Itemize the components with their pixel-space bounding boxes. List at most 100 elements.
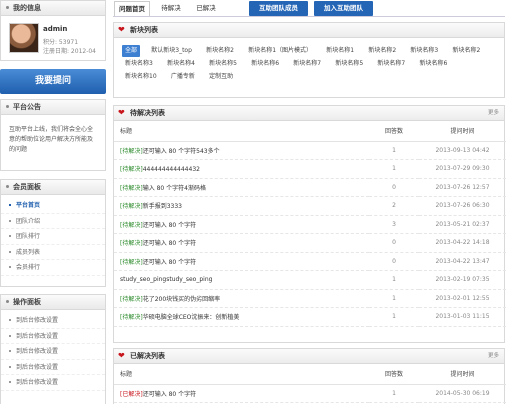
solved-more-link[interactable]: 更多 bbox=[488, 349, 499, 363]
bullet-icon bbox=[6, 6, 9, 9]
ops-panel-title: 操作面板 bbox=[13, 298, 41, 306]
category-item[interactable]: 新块名称1 bbox=[323, 45, 357, 57]
answer-count: 1 bbox=[369, 384, 419, 403]
category-item[interactable]: 新块名称5 bbox=[332, 58, 366, 70]
ask-time: 2014-05-30 06:19 bbox=[419, 384, 506, 403]
question-link[interactable]: 新手报到3333 bbox=[143, 203, 182, 210]
answer-count: 0 bbox=[369, 178, 419, 197]
notice-header: 平台公告 bbox=[1, 100, 105, 115]
tab-home[interactable]: 问题首页 bbox=[114, 1, 150, 16]
question-link[interactable]: 输入 80 个字符4渐码格 bbox=[143, 185, 206, 192]
question-link[interactable]: study_seo_pingstudy_seo_ping bbox=[120, 276, 212, 283]
ask-time: 2013-01-03 11:15 bbox=[419, 307, 506, 327]
category-item[interactable]: 新块名称10 bbox=[122, 71, 160, 83]
category-item[interactable]: 新块名称6 bbox=[416, 58, 450, 70]
question-link[interactable]: 还可输入 80 个字符 bbox=[143, 259, 196, 266]
status-badge: [待解决] bbox=[120, 314, 143, 322]
ask-time: 2013-04-22 13:47 bbox=[419, 252, 506, 271]
category-item[interactable]: 定制互助 bbox=[206, 71, 236, 83]
tab-solved[interactable]: 已解决 bbox=[191, 1, 221, 16]
tab-pending[interactable]: 待解决 bbox=[156, 1, 186, 16]
heart-icon: ❤ bbox=[118, 25, 125, 34]
category-item[interactable]: 新块名称2 bbox=[365, 45, 399, 57]
ask-time: 2013-02-01 12:55 bbox=[419, 289, 506, 308]
ops-menu: 到后台修改设置 到后台修改设置 到后台修改设置 到后台修改设置 到后台修改设置 bbox=[1, 310, 105, 391]
ask-time: 2013-07-26 12:57 bbox=[419, 178, 506, 197]
menu-item-member-rank[interactable]: 会员排行 bbox=[1, 260, 105, 276]
username[interactable]: admin bbox=[43, 25, 67, 33]
category-item[interactable]: 新块名称6 bbox=[248, 58, 282, 70]
menu-item-settings[interactable]: 到后台修改设置 bbox=[1, 360, 105, 375]
menu-item-settings[interactable]: 到后台修改设置 bbox=[1, 375, 105, 391]
answer-count: 1 bbox=[369, 289, 419, 308]
ask-time: 2013-07-26 06:30 bbox=[419, 196, 506, 216]
status-badge: [待解决] bbox=[120, 147, 143, 155]
menu-item-home[interactable]: 平台首页 bbox=[1, 198, 105, 214]
avatar[interactable] bbox=[9, 23, 39, 53]
category-item[interactable]: 新块名称5 bbox=[206, 58, 240, 70]
table-row: [已解决]还可输入 80 个字符 1 2014-05-30 06:19 bbox=[114, 384, 506, 403]
category-item[interactable]: 默认新块3_top bbox=[148, 45, 195, 57]
pending-more-link[interactable]: 更多 bbox=[488, 106, 499, 120]
answer-count: 1 bbox=[369, 270, 419, 290]
category-item[interactable]: 广播专新 bbox=[168, 71, 198, 83]
question-link[interactable]: 还可输入 80 个字符 bbox=[143, 240, 196, 247]
category-item[interactable]: 新块名称3 bbox=[407, 45, 441, 57]
status-badge: [待解决] bbox=[120, 258, 143, 266]
answer-count: 1 bbox=[369, 141, 419, 160]
category-item[interactable]: 新块名称4 bbox=[164, 58, 198, 70]
question-link[interactable]: 还可输入 80 个字符 bbox=[143, 391, 196, 398]
category-box: ❤ 新块列表 全部 默认新块3_top 新块名称2 新块名称1（图片模式） 新块… bbox=[113, 22, 505, 98]
question-link[interactable]: 还可输入 80 个字符543多个 bbox=[143, 148, 220, 155]
category-all[interactable]: 全部 bbox=[122, 45, 141, 57]
pending-title: 待解决列表 bbox=[130, 109, 165, 117]
category-item[interactable]: 新块名称7 bbox=[374, 58, 408, 70]
ask-time: 2013-09-13 04:42 bbox=[419, 141, 506, 160]
menu-item-team-rank[interactable]: 团队排行 bbox=[1, 229, 105, 245]
user-points: 积分: 53971 bbox=[43, 39, 79, 46]
menu-item-settings[interactable]: 到后台修改设置 bbox=[1, 344, 105, 360]
bullet-icon bbox=[6, 185, 9, 188]
table-row: [待解决]还可输入 80 个字符 0 2013-04-22 14:18 bbox=[114, 233, 506, 253]
notice-title: 平台公告 bbox=[13, 103, 41, 111]
ops-panel-header: 操作面板 bbox=[1, 295, 105, 310]
table-row: [待解决]华硕电脑全球CEO沈振来：创新植美 1 2013-01-03 11:15 bbox=[114, 307, 506, 327]
question-link[interactable]: 还可输入 80 个字符 bbox=[143, 222, 196, 229]
notice-panel: 平台公告 互助平台上线，我们将会全心全意的帮助位论用户解决方所能及的问题 bbox=[0, 99, 106, 171]
ask-question-button[interactable]: 我要提问 bbox=[0, 69, 106, 94]
menu-item-settings[interactable]: 到后台修改设置 bbox=[1, 329, 105, 344]
question-link[interactable]: 花了200块钱买的伪劣回缩率 bbox=[143, 296, 220, 303]
category-item[interactable]: 新块名称1（图片模式） bbox=[245, 45, 315, 57]
ask-time: 2013-05-21 02:37 bbox=[419, 215, 506, 234]
category-item[interactable]: 新块名称2 bbox=[449, 45, 483, 57]
answer-count: 0 bbox=[369, 252, 419, 271]
status-badge: [待解决] bbox=[120, 295, 143, 303]
table-row: [待解决]花了200块钱买的伪劣回缩率 1 2013-02-01 12:55 bbox=[114, 289, 506, 308]
ops-panel: 操作面板 到后台修改设置 到后台修改设置 到后台修改设置 到后台修改设置 到后台… bbox=[0, 294, 106, 404]
answer-count: 3 bbox=[369, 215, 419, 234]
join-team-button[interactable]: 加入互助团队 bbox=[314, 1, 373, 16]
category-item[interactable]: 新块名称7 bbox=[290, 58, 324, 70]
answer-count: 2 bbox=[369, 196, 419, 216]
my-info-header: 我的信息 bbox=[1, 1, 105, 16]
category-item[interactable]: 新块名称3 bbox=[122, 58, 156, 70]
menu-item-settings[interactable]: 到后台修改设置 bbox=[1, 313, 105, 329]
answer-count: 1 bbox=[369, 159, 419, 179]
solved-box: ❤ 已解决列表 更多 标题 回答数 提问时间 [已解决]还可输入 80 个字符 1… bbox=[113, 348, 506, 404]
category-item[interactable]: 新块名称2 bbox=[203, 45, 237, 57]
menu-item-member-list[interactable]: 成员列表 bbox=[1, 245, 105, 260]
col-time-header: 提问时间 bbox=[419, 364, 506, 385]
col-answers-header: 回答数 bbox=[369, 121, 419, 142]
question-link[interactable]: 华硕电脑全球CEO沈振来：创新植美 bbox=[143, 314, 240, 321]
menu-item-team-intro[interactable]: 团队介绍 bbox=[1, 214, 105, 229]
solved-table: 标题 回答数 提问时间 [已解决]还可输入 80 个字符 1 2014-05-30 … bbox=[114, 364, 506, 403]
category-header: ❤ 新块列表 bbox=[114, 23, 504, 38]
col-title-header: 标题 bbox=[114, 364, 369, 385]
answer-count: 1 bbox=[369, 307, 419, 327]
team-members-button[interactable]: 互助团队成员 bbox=[249, 1, 308, 16]
table-header-row: 标题 回答数 提问时间 bbox=[114, 121, 506, 142]
status-badge: [待解决] bbox=[120, 184, 143, 192]
question-link[interactable]: 444444444444432 bbox=[143, 166, 200, 173]
answer-count: 0 bbox=[369, 233, 419, 253]
main-content: 问题首页 待解决 已解决 互助团队成员 加入互助团队 ❤ 新块列表 全部 默认新… bbox=[113, 0, 506, 404]
